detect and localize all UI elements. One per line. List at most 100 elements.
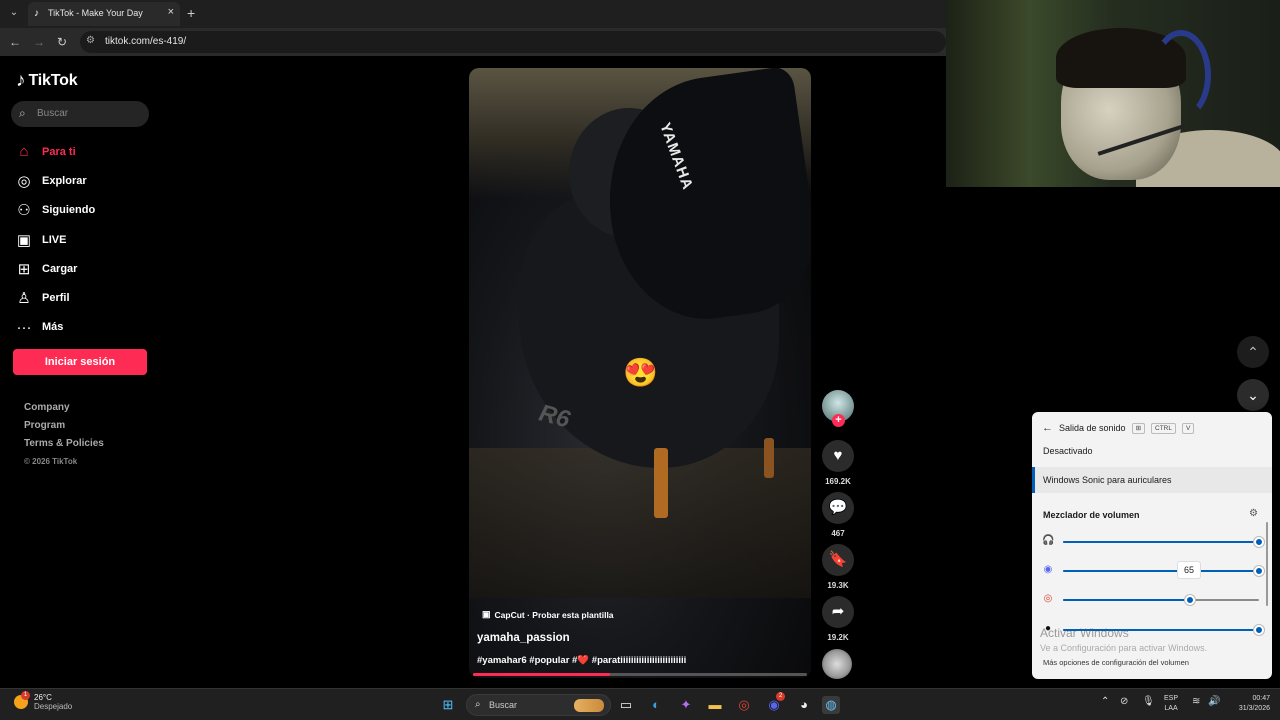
shortcut-key-ctrl: CTRL [1151, 422, 1176, 434]
more-volume-settings-link[interactable]: Más opciones de configuración del volume… [1043, 658, 1189, 667]
panel-scrollbar[interactable] [1266, 522, 1268, 606]
sidebar-item-para-ti[interactable]: ⌂ Para ti [14, 137, 154, 166]
video-progress-bar[interactable] [473, 673, 807, 676]
volume-slider[interactable] [1063, 595, 1259, 605]
volume-row-discord: ◉ [1042, 563, 1264, 579]
new-tab-icon[interactable]: + [187, 5, 195, 21]
back-arrow-icon[interactable]: ← [1042, 422, 1053, 434]
footer-link-program[interactable]: Program [24, 420, 104, 438]
save-count: 19.3K [827, 581, 849, 590]
file-explorer-icon[interactable]: ▬ [706, 696, 724, 714]
browser-tab[interactable]: ♪ TikTok - Make Your Day × [28, 2, 180, 26]
search-input[interactable]: ⌕ Buscar [11, 101, 149, 127]
language-indicator[interactable]: ESP LAA [1164, 694, 1178, 714]
motorcycle-fork-rear [764, 438, 774, 478]
edge-icon[interactable]: ◐ [647, 696, 665, 714]
shortcut-key-win: ⊞ [1131, 422, 1146, 434]
tab-search-icon[interactable]: ⌄ [6, 5, 22, 21]
sidebar-item-explorar[interactable]: ◎ Explorar [14, 166, 154, 195]
steam-taskbar-icon[interactable]: ◍ [822, 696, 840, 714]
weather-widget[interactable]: 1 26°C Despejado [14, 691, 73, 711]
heart-icon[interactable]: ♥ [822, 440, 854, 472]
compass-icon: ◎ [17, 172, 31, 190]
slider-thumb[interactable] [1185, 595, 1196, 605]
spatial-option-off[interactable]: Desactivado [1032, 438, 1272, 464]
microphone-icon[interactable]: 🎙 [1142, 696, 1155, 707]
capcut-template-link[interactable]: ▣ CapCut · Probar esta plantilla [482, 609, 614, 620]
more-icon: ··· [16, 318, 32, 336]
copyright: © 2026 TikTok [24, 457, 78, 466]
tab-title: TikTok - Make Your Day [48, 8, 143, 18]
sidebar-item-live[interactable]: ▣ LIVE [14, 225, 154, 254]
sidebar-item-perfil[interactable]: ♙ Perfil [14, 283, 154, 312]
sidebar-item-siguiendo[interactable]: ⚇ Siguiendo [14, 196, 154, 225]
following-icon: ⚇ [17, 202, 31, 220]
tiktok-favicon-icon: ♪ [34, 8, 39, 19]
copilot-icon[interactable]: ✦ [677, 696, 695, 714]
speaker-icon[interactable]: 🔊 [1208, 696, 1220, 707]
tiktok-logo[interactable]: ♪ TikTok [16, 71, 78, 91]
comment-action[interactable]: 💬 467 [822, 492, 854, 538]
slider-fill [1063, 570, 1259, 572]
sidebar-item-label: LIVE [42, 233, 67, 246]
reload-icon[interactable]: ↻ [57, 34, 67, 50]
video-author[interactable]: yamaha_passion [477, 632, 570, 644]
bookmark-icon[interactable]: 🔖 [822, 544, 854, 576]
task-view-icon[interactable]: ▭ [617, 696, 635, 714]
discord-icon: ◉ [1043, 564, 1053, 575]
sidebar-item-label: Siguiendo [42, 204, 96, 217]
keyboard-layout: LAA [1164, 705, 1178, 712]
panel-title: Salida de sonido [1059, 423, 1126, 433]
sun-icon: 1 [14, 691, 30, 709]
site-settings-icon[interactable]: ⚙ [86, 35, 95, 46]
sidebar-item-mas[interactable]: ··· Más [14, 313, 154, 342]
sidebar-item-label: Explorar [42, 174, 87, 187]
close-tab-icon[interactable]: × [168, 6, 174, 18]
headphones-icon: 🎧 [1042, 535, 1055, 546]
sidebar-item-label: Perfil [42, 292, 70, 305]
address-bar[interactable]: ⚙ tiktok.com/es-419/ [80, 31, 946, 53]
language-code: ESP [1164, 695, 1179, 702]
app-icon[interactable]: ◕ [795, 696, 813, 714]
share-action[interactable]: ➦ 19.2K [822, 596, 854, 642]
share-icon[interactable]: ➦ [822, 596, 854, 628]
slider-thumb[interactable] [1254, 566, 1264, 576]
video-ground [469, 448, 811, 598]
network-off-icon[interactable]: ⊘ [1120, 696, 1128, 707]
wifi-icon[interactable]: ≋ [1192, 696, 1200, 707]
comment-icon[interactable]: 💬 [822, 492, 854, 524]
weather-condition: Despejado [34, 702, 73, 711]
mixer-settings-icon[interactable]: ⚙ [1249, 508, 1258, 519]
clock[interactable]: 00:47 31/3/2026 [1226, 694, 1270, 714]
next-video-button[interactable]: ⌄ [1237, 379, 1269, 411]
footer-link-company[interactable]: Company [24, 402, 104, 420]
slider-thumb[interactable] [1254, 537, 1264, 547]
chrome-taskbar-icon[interactable]: ◎ [735, 696, 753, 714]
profile-icon: ♙ [17, 290, 31, 308]
music-disc-icon[interactable] [822, 649, 852, 679]
show-hidden-icons-icon[interactable]: ⌃ [1101, 696, 1109, 707]
volume-slider[interactable] [1063, 566, 1264, 576]
weather-badge: 1 [21, 691, 30, 700]
spatial-option-windows-sonic[interactable]: Windows Sonic para auriculares [1032, 467, 1272, 493]
like-action[interactable]: ♥ 169.2K [822, 440, 854, 486]
taskbar-search[interactable]: ⌕ Buscar [466, 694, 611, 716]
follow-plus-icon[interactable]: + [832, 414, 845, 427]
taskbar-search-placeholder: Buscar [489, 700, 518, 710]
login-button[interactable]: Iniciar sesión [13, 349, 147, 375]
footer-link-terms[interactable]: Terms & Policies [24, 438, 104, 456]
forward-icon[interactable]: → [33, 34, 45, 50]
back-icon[interactable]: ← [9, 34, 21, 50]
mixer-title: Mezclador de volumen [1043, 510, 1140, 520]
sidebar-nav: ⌂ Para ti ◎ Explorar ⚇ Siguiendo ▣ LIVE … [14, 137, 154, 342]
volume-slider[interactable] [1063, 537, 1264, 547]
activation-watermark-subtitle: Ve a Configuración para activar Windows. [1040, 643, 1208, 653]
tiktok-logo-text: TikTok [28, 72, 78, 89]
shortcut-key-v: V [1182, 422, 1195, 434]
save-action[interactable]: 🔖 19.3K [822, 544, 854, 590]
sidebar-item-cargar[interactable]: ⊞ Cargar [14, 254, 154, 283]
video-caption: #yamahar6 #popular #❤️ #paratiiiiiiiiiii… [477, 655, 687, 666]
previous-video-button[interactable]: ⌃ [1237, 336, 1269, 368]
slider-thumb[interactable] [1254, 625, 1264, 635]
windows-start-icon[interactable]: ⊞ [439, 696, 457, 714]
